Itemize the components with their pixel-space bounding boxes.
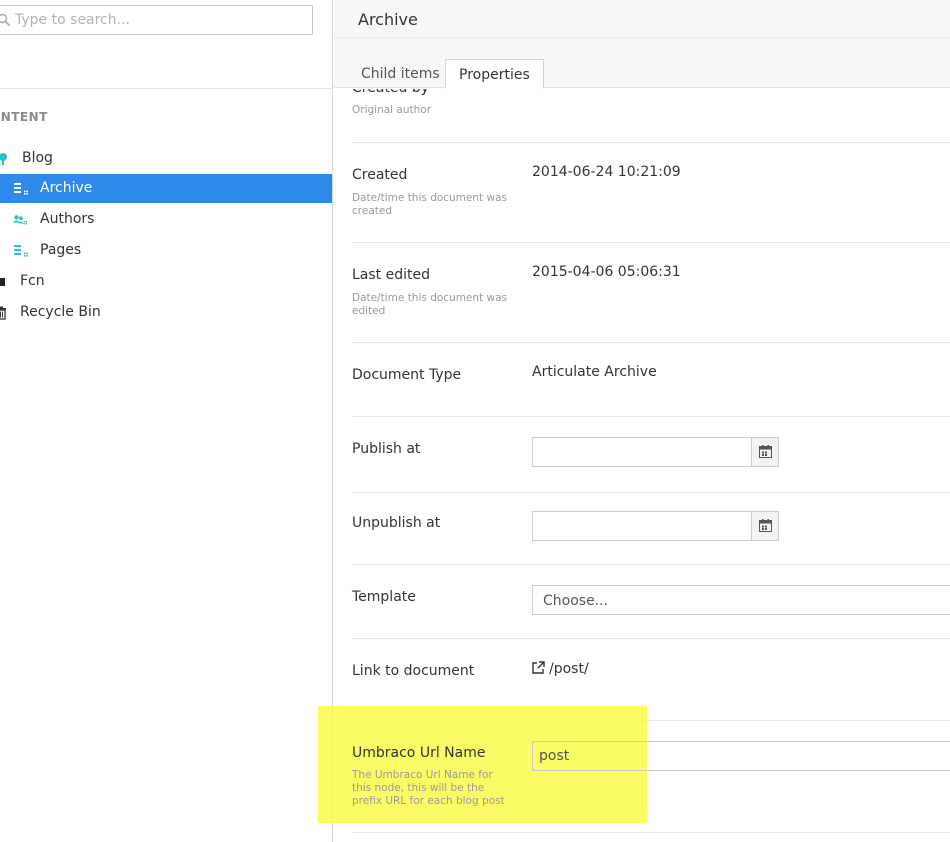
tree-item-label: Archive xyxy=(40,180,93,196)
row-divider xyxy=(352,564,950,565)
created-by-description: Original author xyxy=(352,104,432,116)
row-divider xyxy=(352,342,950,343)
tree-item-label: Blog xyxy=(22,150,53,166)
unpublish-at-input[interactable] xyxy=(533,512,751,540)
header-divider xyxy=(334,37,950,38)
url-name-input[interactable] xyxy=(532,741,950,771)
folder-icon xyxy=(0,278,5,286)
calendar-icon xyxy=(759,445,772,458)
unpublish-at-field[interactable] xyxy=(532,511,779,541)
main-panel: Archive Child items Properties Created b… xyxy=(318,0,950,842)
list-icon xyxy=(14,183,28,195)
last-edited-label: Last edited xyxy=(352,267,430,283)
tree-item-label: Authors xyxy=(40,211,95,227)
row-divider xyxy=(352,832,950,833)
publish-at-calendar-button[interactable] xyxy=(751,438,778,466)
section-header-content: ONTENT xyxy=(0,110,48,124)
page-title: Archive xyxy=(358,10,418,29)
sidebar: ONTENT Blog Archive A xyxy=(0,0,333,842)
trash-icon xyxy=(0,306,6,320)
tree-item-label: Recycle Bin xyxy=(20,304,101,320)
tree-item-blog[interactable]: Blog xyxy=(0,144,332,173)
document-link-text: /post/ xyxy=(549,661,589,677)
created-label: Created xyxy=(352,167,408,183)
unpublish-at-calendar-button[interactable] xyxy=(751,512,778,540)
document-type-value: Articulate Archive xyxy=(532,364,657,380)
link-to-document-label: Link to document xyxy=(352,663,475,679)
last-edited-description: Date/time this document was edited xyxy=(352,292,507,317)
template-select[interactable]: Choose... xyxy=(532,585,950,615)
unpublish-at-label: Unpublish at xyxy=(352,515,441,531)
tree-item-fcn[interactable]: Fcn xyxy=(0,267,332,296)
publish-at-label: Publish at xyxy=(352,441,421,457)
document-type-label: Document Type xyxy=(352,367,462,383)
template-label: Template xyxy=(352,589,416,605)
row-divider xyxy=(352,416,950,417)
users-icon xyxy=(13,215,27,225)
row-divider xyxy=(352,242,950,243)
tab-properties[interactable]: Properties xyxy=(445,59,544,89)
row-divider xyxy=(352,142,950,143)
tree-item-recycle-bin[interactable]: Recycle Bin xyxy=(0,298,332,327)
publish-at-field[interactable] xyxy=(532,437,779,467)
calendar-icon xyxy=(759,519,772,532)
list-icon xyxy=(14,245,28,257)
sidebar-divider xyxy=(0,88,333,89)
search-icon xyxy=(0,13,11,27)
document-link[interactable]: /post/ xyxy=(532,661,589,677)
created-description: Date/time this document was created xyxy=(352,192,507,217)
url-name-label: Umbraco Url Name xyxy=(352,745,486,761)
tree-item-label: Pages xyxy=(40,242,82,258)
search-box[interactable] xyxy=(0,5,313,35)
created-value: 2014-06-24 10:21:09 xyxy=(532,164,681,180)
publish-at-input[interactable] xyxy=(533,438,751,466)
search-input[interactable] xyxy=(15,10,305,30)
tree-item-pages[interactable]: Pages xyxy=(0,236,332,265)
blog-icon xyxy=(0,153,7,165)
tree-item-label: Fcn xyxy=(20,273,45,289)
tab-child-items[interactable]: Child items xyxy=(348,59,453,89)
external-link-icon xyxy=(532,661,545,674)
last-edited-value: 2015-04-06 05:06:31 xyxy=(532,264,681,280)
row-divider xyxy=(352,492,950,493)
row-divider xyxy=(352,638,950,639)
url-name-description: The Umbraco Url Name for this node, this… xyxy=(352,769,505,807)
tree-item-authors[interactable]: Authors xyxy=(0,205,332,234)
tree-item-archive[interactable]: Archive xyxy=(0,174,332,203)
